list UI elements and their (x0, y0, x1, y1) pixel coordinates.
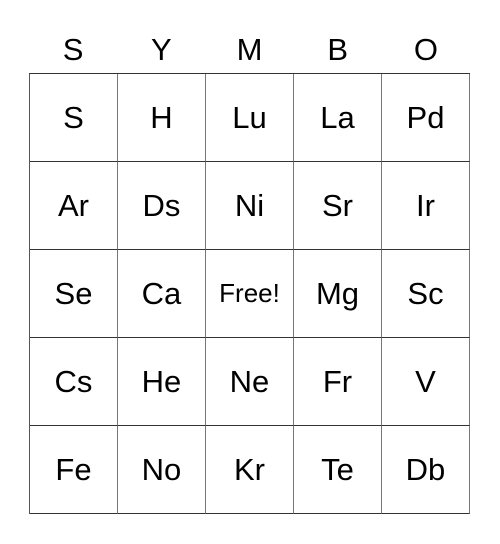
bingo-cell[interactable]: Ne (206, 338, 294, 426)
bingo-cell[interactable]: La (294, 74, 382, 162)
bingo-cell[interactable]: Pd (382, 74, 470, 162)
bingo-cell[interactable]: Ar (30, 162, 118, 250)
bingo-cell[interactable]: Cs (30, 338, 118, 426)
bingo-cell[interactable]: Ir (382, 162, 470, 250)
bingo-cell[interactable]: Fr (294, 338, 382, 426)
bingo-cell[interactable]: H (118, 74, 206, 162)
bingo-cell[interactable]: Ni (206, 162, 294, 250)
bingo-cell[interactable]: V (382, 338, 470, 426)
bingo-cell[interactable]: Sr (294, 162, 382, 250)
free-space-cell[interactable]: Free! (206, 250, 294, 338)
header-letter: B (327, 32, 349, 67)
bingo-cell[interactable]: Mg (294, 250, 382, 338)
bingo-cell[interactable]: Db (382, 426, 470, 514)
bingo-cell[interactable]: No (118, 426, 206, 514)
bingo-cell[interactable]: He (118, 338, 206, 426)
bingo-cell[interactable]: Lu (206, 74, 294, 162)
bingo-cell[interactable]: Te (294, 426, 382, 514)
bingo-cell[interactable]: Se (30, 250, 118, 338)
bingo-cell[interactable]: Ca (118, 250, 206, 338)
bingo-board: S H Lu La Pd Ar Ds Ni Sr Ir Se Ca Free! … (29, 73, 470, 514)
bingo-cell[interactable]: Fe (30, 426, 118, 514)
header-letter: O (413, 32, 438, 67)
bingo-cell[interactable]: Sc (382, 250, 470, 338)
bingo-header: S Y M B O (29, 30, 470, 70)
header-letter: M (236, 32, 263, 67)
bingo-cell[interactable]: Kr (206, 426, 294, 514)
header-letter: Y (150, 32, 172, 67)
bingo-cell[interactable]: Ds (118, 162, 206, 250)
bingo-cell[interactable]: S (30, 74, 118, 162)
header-letter: S (62, 32, 84, 67)
